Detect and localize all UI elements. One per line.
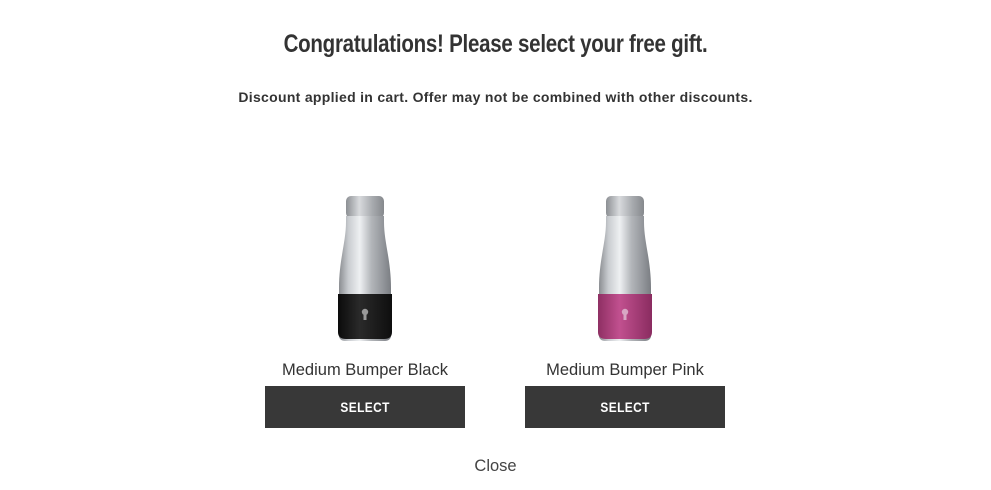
product-card-black: Medium Bumper Black SELECT (265, 190, 465, 428)
bottle-pink-image (598, 196, 652, 341)
modal-title: Congratulations! Please select your free… (283, 30, 708, 58)
close-link[interactable]: Close (0, 457, 991, 476)
select-button-label: SELECT (340, 399, 390, 415)
close-label[interactable]: Close (474, 457, 516, 475)
modal-subtitle: Discount applied in cart. Offer may not … (238, 89, 753, 105)
select-button-label: SELECT (600, 399, 650, 415)
product-card-pink: Medium Bumper Pink SELECT (525, 190, 725, 428)
product-name: Medium Bumper Black (282, 361, 448, 379)
bottle-black-image (338, 196, 392, 341)
select-pink-button[interactable]: SELECT (525, 386, 725, 428)
select-black-button[interactable]: SELECT (265, 386, 465, 428)
free-gift-modal: Congratulations! Please select your free… (0, 0, 991, 490)
product-name: Medium Bumper Pink (546, 361, 704, 379)
